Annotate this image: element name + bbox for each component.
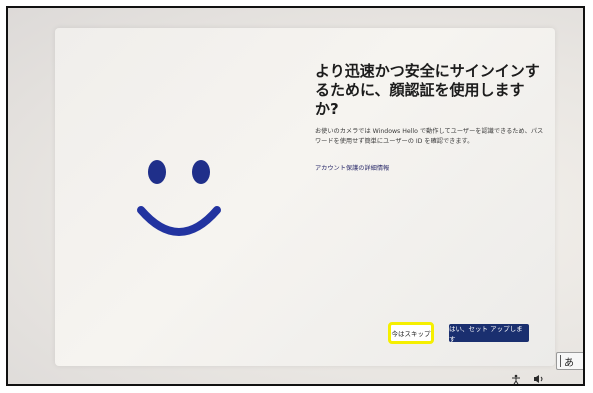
ime-indicator[interactable]: あ [556, 352, 583, 370]
screen-frame: より迅速かつ安全にサインインするために、顔認証を使用しますか? お使いのカメラで… [6, 6, 585, 386]
ime-mode: あ [564, 357, 574, 369]
right-eye [192, 160, 210, 184]
dialog-text: より迅速かつ安全にサインインするために、顔認証を使用しますか? お使いのカメラで… [315, 62, 545, 174]
volume-icon[interactable] [533, 374, 545, 384]
account-protection-link[interactable]: アカウント保護の詳細情報 [315, 163, 389, 172]
ime-separator [560, 355, 561, 367]
oobe-dialog: より迅速かつ安全にサインインするために、顔認証を使用しますか? お使いのカメラで… [55, 28, 555, 366]
dialog-title: より迅速かつ安全にサインインするために、顔認証を使用しますか? [315, 62, 540, 118]
dialog-description: お使いのカメラでは Windows Hello で動作してユーザーを認識できるた… [315, 128, 544, 145]
accessibility-icon[interactable] [511, 374, 521, 384]
system-tray [511, 374, 545, 384]
skip-button[interactable]: 今はスキップ [388, 322, 434, 344]
smile-mouth [137, 206, 221, 236]
windows-hello-face-icon [137, 160, 221, 236]
left-eye [148, 160, 166, 184]
setup-button[interactable]: はい、セット アップします [449, 324, 529, 343]
